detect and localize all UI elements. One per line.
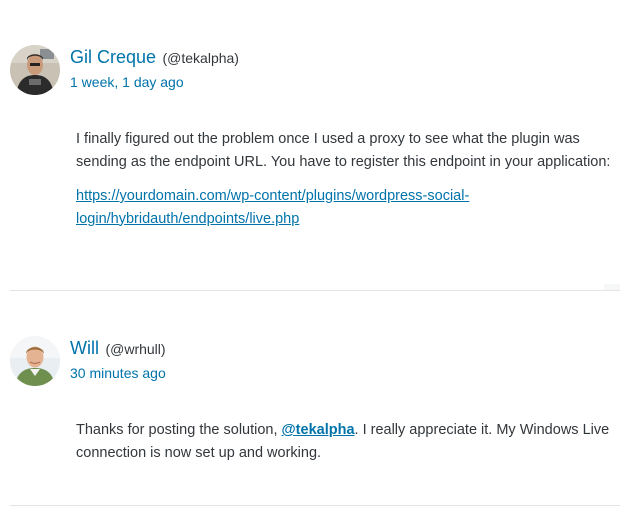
author-line: Will (@wrhull): [70, 338, 166, 359]
reply-text: Thanks for posting the solution,: [76, 422, 282, 438]
user-mention-link[interactable]: @tekalpha: [282, 422, 355, 438]
reply-item: Will (@wrhull) 30 minutes ago Thanks for…: [0, 291, 623, 505]
avatar[interactable]: [10, 336, 60, 386]
reply-paragraph: I finally figured out the problem once I…: [76, 131, 611, 170]
reply-content: Thanks for posting the solution, @tekalp…: [76, 419, 616, 476]
author-line: Gil Creque (@tekalpha): [70, 47, 239, 68]
user-avatar-icon: [10, 45, 60, 95]
reply-item: Gil Creque (@tekalpha) 1 week, 1 day ago…: [0, 0, 623, 290]
endpoint-url-link[interactable]: https://yourdomain.com/wp-content/plugin…: [76, 188, 469, 227]
reply-paragraph: https://yourdomain.com/wp-content/plugin…: [76, 185, 616, 230]
avatar[interactable]: [10, 45, 60, 95]
author-name-link[interactable]: Will: [70, 338, 99, 358]
author-name-link[interactable]: Gil Creque: [70, 47, 156, 67]
author-handle: (@tekalpha): [162, 50, 239, 66]
author-handle: (@wrhull): [105, 341, 166, 357]
reply-divider: [10, 505, 620, 506]
reply-timestamp-link[interactable]: 30 minutes ago: [70, 365, 166, 381]
divider-cap: [604, 284, 620, 290]
reply-content: I finally figured out the problem once I…: [76, 128, 616, 242]
reply-timestamp-link[interactable]: 1 week, 1 day ago: [70, 74, 184, 90]
reply-paragraph: Thanks for posting the solution, @tekalp…: [76, 419, 616, 464]
user-avatar-icon: [10, 336, 60, 386]
